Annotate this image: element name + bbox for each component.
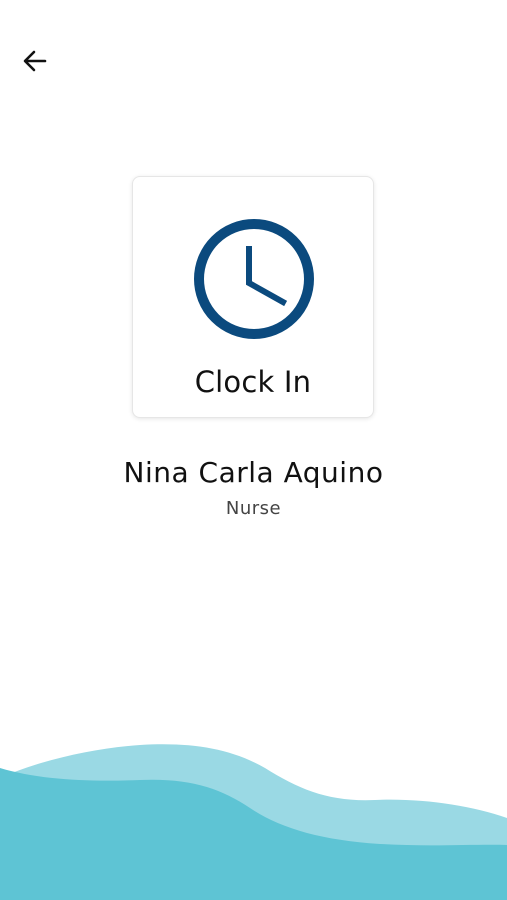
arrow-left-icon xyxy=(23,50,47,72)
clock-in-screen: Clock In Nina Carla Aquino Nurse xyxy=(0,0,507,900)
clock-in-card[interactable]: Clock In xyxy=(132,176,374,418)
employee-role: Nurse xyxy=(225,498,282,519)
clock-icon xyxy=(194,219,314,339)
employee-name: Nina Carla Aquino xyxy=(123,456,384,489)
clock-in-label: Clock In xyxy=(194,365,312,399)
decorative-wave xyxy=(0,744,507,900)
back-button[interactable] xyxy=(16,42,54,80)
